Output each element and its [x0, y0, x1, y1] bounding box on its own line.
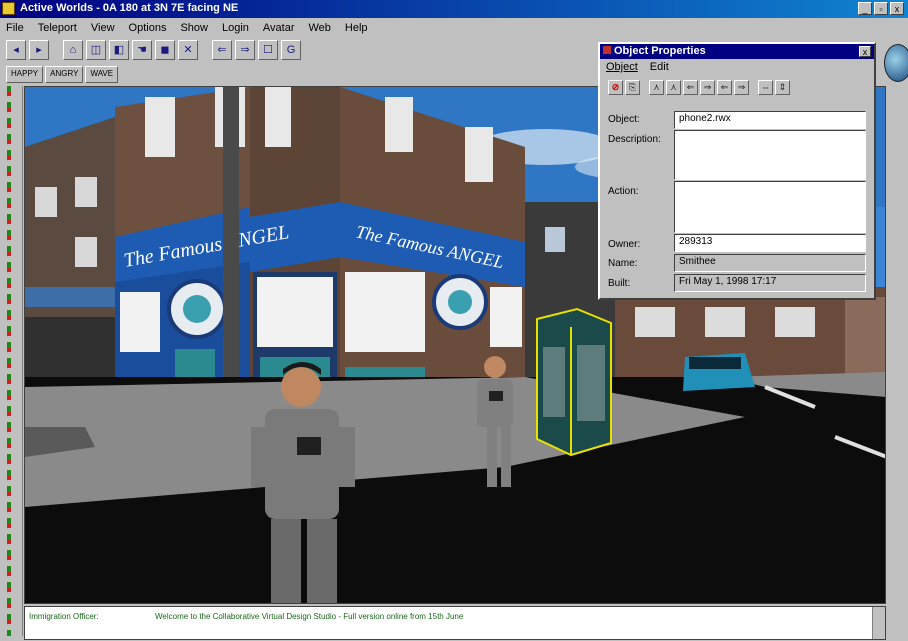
dialog-close-button[interactable]: x [859, 46, 871, 57]
copy-icon[interactable]: ⎘ [625, 80, 640, 95]
dialog-icon [603, 46, 611, 54]
name-label: Name: [608, 258, 638, 269]
menu-web[interactable]: Web [309, 19, 331, 37]
gesture-wave-button[interactable]: WAVE [85, 66, 119, 83]
chat-scrollbar[interactable] [872, 607, 885, 639]
dialog-menu: Object Edit [606, 61, 669, 73]
forward-arrow-icon[interactable]: ▸ [29, 40, 49, 60]
dialog-menu-object[interactable]: Object [606, 61, 638, 73]
left-panel-strip [0, 86, 23, 636]
maximize-button[interactable]: ▫ [874, 2, 888, 15]
toolbar: ◂ ▸ ⌂ ◫ ◧ ☚ ◼ ✕ ⇐ ⇒ ☐ G [6, 40, 301, 64]
right-panel-strip [884, 40, 908, 640]
teleport-icon[interactable]: ◫ [86, 40, 106, 60]
hand-icon[interactable]: ☚ [132, 40, 152, 60]
built-label: Built: [608, 278, 631, 289]
move-right-icon[interactable]: ⇒ [700, 80, 715, 95]
tilt-icon[interactable]: ⇔ [758, 80, 773, 95]
name-field: Smithee [674, 254, 866, 272]
snap-icon[interactable]: ⇕ [775, 80, 790, 95]
object-field[interactable]: phone2.rwx [674, 111, 866, 129]
home-icon[interactable]: ⌂ [63, 40, 83, 60]
menu-options[interactable]: Options [129, 19, 167, 37]
minimize-button[interactable]: _ [858, 2, 872, 15]
menu-help[interactable]: Help [345, 19, 368, 37]
app-icon[interactable] [2, 2, 15, 15]
rotate-left-icon[interactable]: ⇐ [717, 80, 732, 95]
dialog-title: Object Properties [614, 45, 706, 57]
close-button[interactable]: x [890, 2, 904, 15]
action-label: Action: [608, 186, 639, 197]
chat-message: Welcome to the Collaborative Virtual Des… [155, 612, 464, 621]
owner-field[interactable]: 289313 [674, 234, 866, 252]
menu-view[interactable]: View [91, 19, 115, 37]
gesture-happy-button[interactable]: HAPPY [6, 66, 44, 83]
description-label: Description: [608, 134, 661, 145]
go-icon[interactable]: G [281, 40, 301, 60]
menu-file[interactable]: File [6, 19, 24, 37]
walk-icon[interactable]: ✕ [178, 40, 198, 60]
dialog-title-bar: Object Properties [600, 44, 874, 59]
owner-label: Owner: [608, 239, 641, 250]
menu-bar: File Teleport View Options Show Login Av… [0, 19, 368, 37]
action-field[interactable] [674, 181, 866, 233]
left-icon[interactable]: ⇐ [212, 40, 232, 60]
window-title: Active Worlds - 0A 180 at 3N 7E facing N… [20, 2, 239, 14]
view-icon[interactable]: ◧ [109, 40, 129, 60]
gesture-bar: HAPPY ANGRY WAVE [6, 66, 119, 83]
object-properties-dialog: Object Properties x Object Edit ⊘ ⎘ ⋏ ⋏ … [598, 42, 876, 300]
object-label: Object: [608, 114, 640, 125]
description-field[interactable] [674, 130, 866, 180]
back-arrow-icon[interactable]: ◂ [6, 40, 26, 60]
move-left-icon[interactable]: ⇐ [683, 80, 698, 95]
menu-login[interactable]: Login [222, 19, 249, 37]
delete-icon[interactable]: ⊘ [608, 80, 623, 95]
right-icon[interactable]: ⇒ [235, 40, 255, 60]
chat-panel: Immigration Officer: Welcome to the Coll… [24, 606, 886, 640]
page-icon[interactable]: ☐ [258, 40, 278, 60]
dialog-toolbar: ⊘ ⎘ ⋏ ⋏ ⇐ ⇒ ⇐ ⇒ ⇔ ⇕ [608, 80, 790, 95]
chat-speaker: Immigration Officer: [29, 612, 99, 621]
move-down-icon[interactable]: ⋏ [666, 80, 681, 95]
globe-icon[interactable] [884, 44, 908, 82]
menu-avatar[interactable]: Avatar [263, 19, 295, 37]
title-bar: Active Worlds - 0A 180 at 3N 7E facing N… [0, 0, 908, 18]
built-field: Fri May 1, 1998 17:17 [674, 274, 866, 292]
menu-teleport[interactable]: Teleport [38, 19, 77, 37]
gesture-angry-button[interactable]: ANGRY [45, 66, 84, 83]
rotate-right-icon[interactable]: ⇒ [734, 80, 749, 95]
move-up-icon[interactable]: ⋏ [649, 80, 664, 95]
dialog-menu-edit[interactable]: Edit [650, 61, 669, 73]
main-window: Active Worlds - 0A 180 at 3N 7E facing N… [0, 0, 908, 641]
menu-show[interactable]: Show [180, 19, 208, 37]
camera-icon[interactable]: ◼ [155, 40, 175, 60]
